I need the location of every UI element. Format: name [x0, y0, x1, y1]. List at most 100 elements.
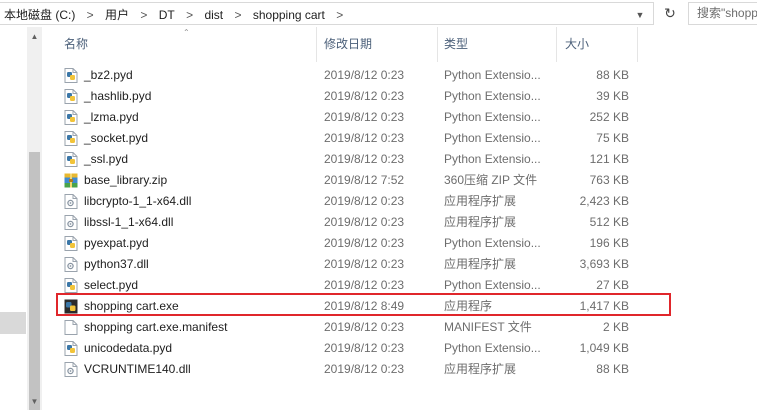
file-name: _lzma.pyd: [84, 110, 139, 124]
highlight-annotation: [56, 293, 671, 316]
file-name: _bz2.pyd: [84, 68, 133, 82]
file-size: 196 KB: [589, 236, 629, 250]
breadcrumb-dt[interactable]: DT: [159, 8, 175, 22]
file-size: 88 KB: [596, 68, 629, 82]
file-type: Python Extensio...: [444, 110, 541, 124]
breadcrumb-separator[interactable]: >: [87, 8, 94, 22]
file-date: 2019/8/12 0:23: [324, 236, 405, 250]
file-row[interactable]: VCRUNTIME140.dll 2019/8/12 0:23 应用程序扩展 88 K…: [0, 359, 757, 380]
breadcrumb-users[interactable]: 用户: [105, 6, 129, 23]
file-date: 2019/8/12 0:23: [324, 110, 405, 124]
address-row: 本地磁盘 (C:) > 用户 > DT > dist > shopping ca…: [0, 0, 757, 27]
breadcrumb-shopping-cart[interactable]: shopping cart: [253, 8, 325, 22]
file-name: libssl-1_1-x64.dll: [84, 215, 174, 229]
file-date: 2019/8/12 0:23: [324, 215, 405, 229]
column-header-name[interactable]: 名称: [64, 27, 88, 62]
file-type: 应用程序扩展: [444, 194, 517, 208]
file-size: 252 KB: [589, 110, 629, 124]
file-name: _socket.pyd: [84, 131, 149, 145]
file-name: _ssl.pyd: [84, 152, 129, 166]
file-type: Python Extensio...: [444, 152, 541, 166]
column-header-date[interactable]: 修改日期: [324, 27, 372, 62]
file-size: 2 KB: [602, 320, 629, 334]
file-row[interactable]: _hashlib.pyd 2019/8/12 0:23 Python Extensi…: [0, 86, 757, 107]
file-date: 2019/8/12 0:23: [324, 131, 405, 145]
file-row[interactable]: _bz2.pyd 2019/8/12 0:23 Python Extensio...…: [0, 65, 757, 86]
python-extension-icon: [64, 110, 78, 125]
column-divider[interactable]: [637, 27, 638, 62]
address-bar[interactable]: 本地磁盘 (C:) > 用户 > DT > dist > shopping ca…: [0, 2, 654, 25]
file-size: 763 KB: [589, 173, 629, 187]
file-date: 2019/8/12 0:23: [324, 341, 405, 355]
file-size: 3,693 KB: [579, 257, 629, 271]
file-row[interactable]: libssl-1_1-x64.dll 2019/8/12 0:23 应用程序扩展 51…: [0, 212, 757, 233]
file-date: 2019/8/12 0:23: [324, 320, 405, 334]
file-row[interactable]: python37.dll 2019/8/12 0:23 应用程序扩展 3,693 KB: [0, 254, 757, 275]
file-name: unicodedata.pyd: [84, 341, 173, 355]
file-row[interactable]: _ssl.pyd 2019/8/12 0:23 Python Extensio...…: [0, 149, 757, 170]
breadcrumb-separator[interactable]: >: [234, 8, 241, 22]
column-divider[interactable]: [437, 27, 438, 62]
file-name: python37.dll: [84, 257, 149, 271]
column-divider[interactable]: [556, 27, 557, 62]
python-extension-icon: [64, 278, 78, 293]
file-date: 2019/8/12 0:23: [324, 362, 405, 376]
file-date: 2019/8/12 0:23: [324, 68, 405, 82]
zip-archive-icon: [64, 173, 78, 188]
file-date: 2019/8/12 7:52: [324, 173, 405, 187]
file-size: 512 KB: [589, 215, 629, 229]
chevron-down-icon[interactable]: ▼: [632, 7, 648, 24]
column-divider[interactable]: [316, 27, 317, 62]
file-row[interactable]: pyexpat.pyd 2019/8/12 0:23 Python Extensio…: [0, 233, 757, 254]
refresh-icon[interactable]: ↻: [656, 2, 684, 25]
python-extension-icon: [64, 131, 78, 146]
file-row[interactable]: _lzma.pyd 2019/8/12 0:23 Python Extensio..…: [0, 107, 757, 128]
file-type: 应用程序扩展: [444, 257, 517, 271]
file-size: 39 KB: [596, 89, 629, 103]
file-date: 2019/8/12 0:23: [324, 89, 405, 103]
breadcrumb: 本地磁盘 (C:) > 用户 > DT > dist > shopping ca…: [4, 6, 351, 23]
file-name: libcrypto-1_1-x64.dll: [84, 194, 192, 208]
file-name: pyexpat.pyd: [84, 236, 149, 250]
file-type: Python Extensio...: [444, 89, 541, 103]
file-row[interactable]: libcrypto-1_1-x64.dll 2019/8/12 0:23 应用程序扩…: [0, 191, 757, 212]
file-type: Python Extensio...: [444, 341, 541, 355]
dll-file-icon: [64, 257, 78, 272]
python-extension-icon: [64, 89, 78, 104]
file-row[interactable]: _socket.pyd 2019/8/12 0:23 Python Extensio…: [0, 128, 757, 149]
file-type: 应用程序扩展: [444, 362, 517, 376]
breadcrumb-dist[interactable]: dist: [204, 8, 223, 22]
search-input[interactable]: 搜索"shopp: [688, 2, 757, 25]
python-extension-icon: [64, 152, 78, 167]
column-header-type[interactable]: 类型: [444, 27, 468, 62]
scroll-down-icon[interactable]: ▼: [27, 394, 42, 409]
breadcrumb-drive[interactable]: 本地磁盘 (C:): [4, 6, 75, 23]
file-size: 75 KB: [596, 131, 629, 145]
python-extension-icon: [64, 236, 78, 251]
file-type: Python Extensio...: [444, 68, 541, 82]
file-size: 2,423 KB: [579, 194, 629, 208]
python-extension-icon: [64, 341, 78, 356]
file-date: 2019/8/12 0:23: [324, 194, 405, 208]
breadcrumb-separator[interactable]: >: [140, 8, 147, 22]
file-row[interactable]: shopping cart.exe.manifest 2019/8/12 0:23…: [0, 317, 757, 338]
file-type: Python Extensio...: [444, 236, 541, 250]
file-type: 360压缩 ZIP 文件: [444, 173, 538, 187]
file-name: _hashlib.pyd: [84, 89, 152, 103]
scroll-up-icon[interactable]: ▲: [27, 29, 42, 44]
dll-file-icon: [64, 215, 78, 230]
file-name: shopping cart.exe.manifest: [84, 320, 228, 334]
column-header-size[interactable]: 大小: [565, 27, 589, 62]
sort-ascending-icon: ⌃: [183, 28, 190, 37]
file-size: 121 KB: [589, 152, 629, 166]
file-row[interactable]: unicodedata.pyd 2019/8/12 0:23 Python Exte…: [0, 338, 757, 359]
blank-file-icon: [64, 320, 78, 335]
file-size: 1,049 KB: [579, 341, 629, 355]
dll-file-icon: [64, 362, 78, 377]
python-extension-icon: [64, 68, 78, 83]
file-row[interactable]: base_library.zip 2019/8/12 7:52 360压缩 ZIP …: [0, 170, 757, 191]
breadcrumb-separator[interactable]: >: [336, 8, 343, 22]
file-size: 88 KB: [596, 362, 629, 376]
file-type: Python Extensio...: [444, 131, 541, 145]
breadcrumb-separator[interactable]: >: [186, 8, 193, 22]
